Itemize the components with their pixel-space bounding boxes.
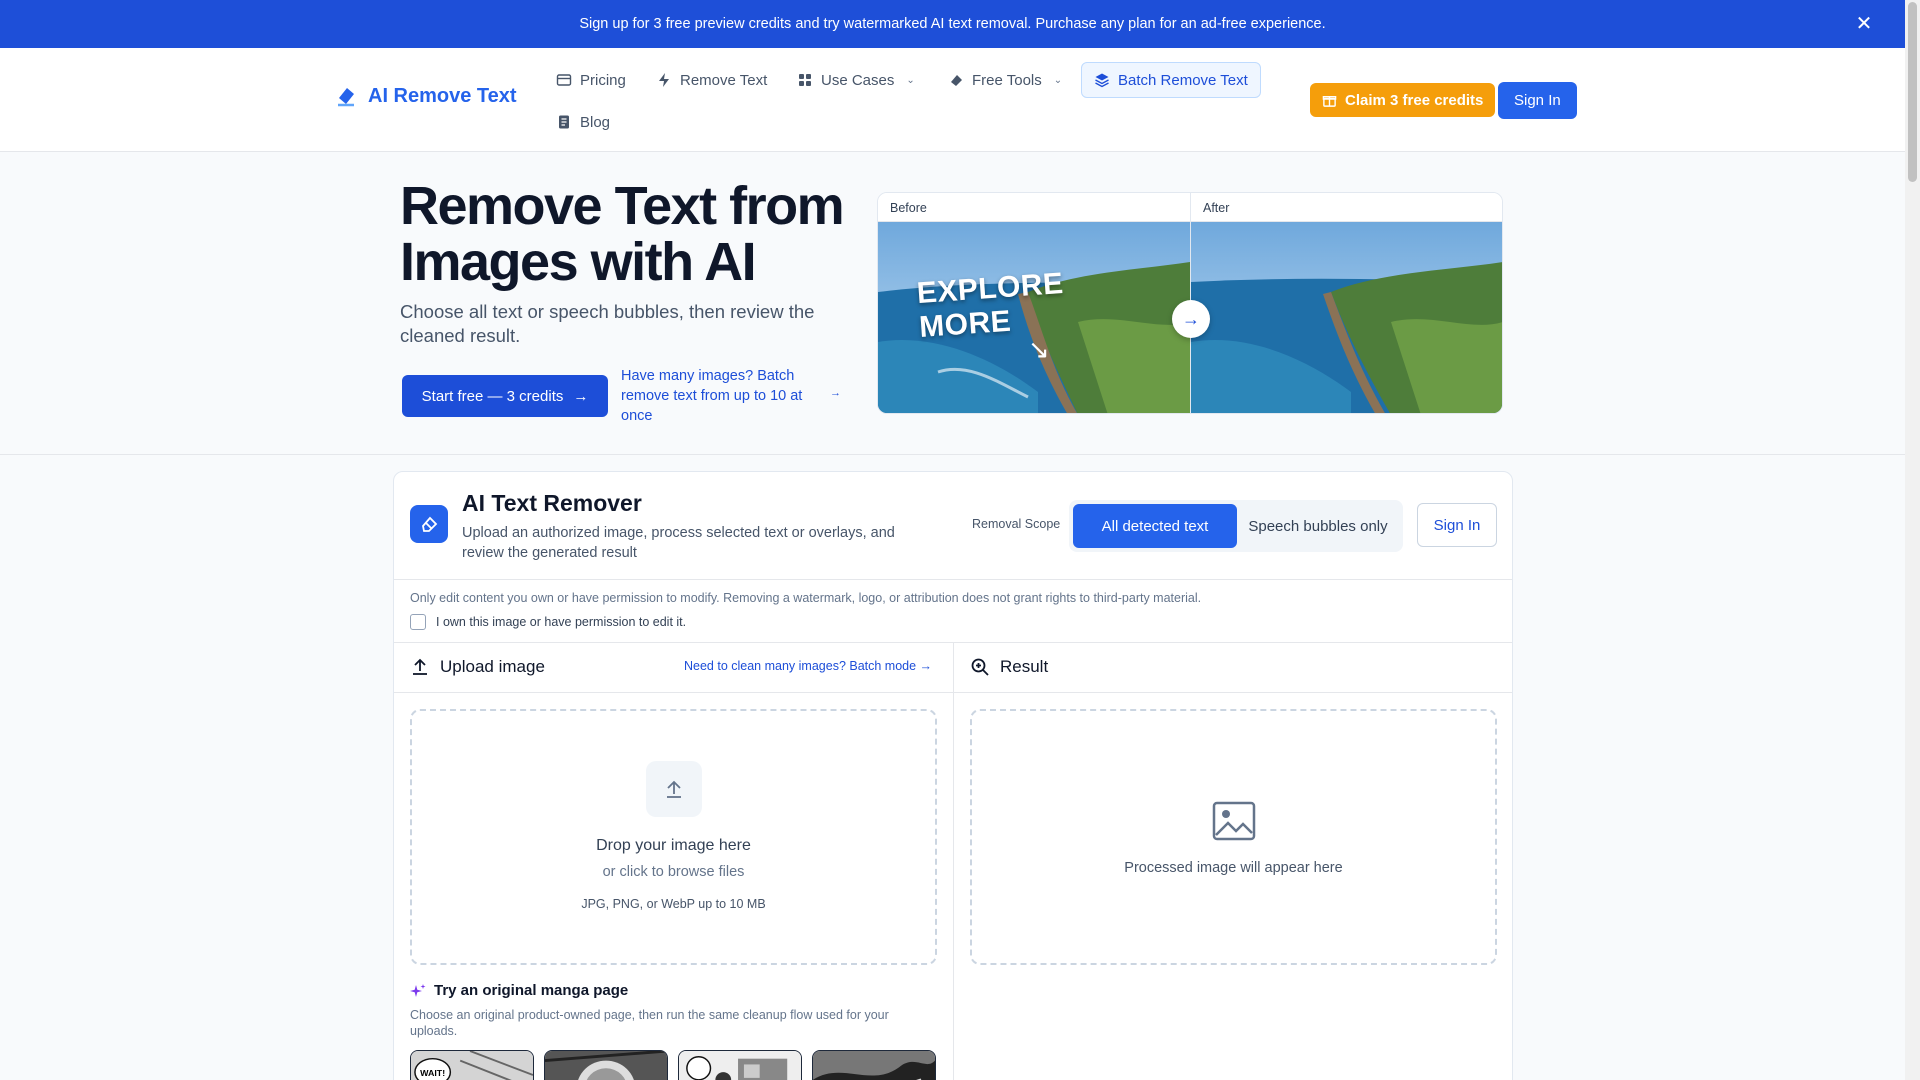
grid-icon — [799, 74, 811, 86]
nav-blog[interactable]: Blog — [548, 104, 618, 140]
zoom-icon — [971, 658, 989, 676]
samples-heading-label: Try an original manga page — [434, 982, 629, 999]
nav-pricing-label: Pricing — [580, 71, 626, 89]
upload-icon — [413, 658, 427, 675]
consent-label: I own this image or have permission to e… — [436, 615, 687, 629]
nav-pricing[interactable]: Pricing — [548, 62, 634, 98]
divider — [394, 579, 1512, 580]
result-placeholder: Processed image will appear here — [1124, 860, 1343, 876]
claim-credits-button[interactable]: Claim 3 free credits — [1310, 83, 1496, 117]
overlay-arrow-icon: ↘ — [1028, 334, 1050, 364]
claim-credits-label: Claim 3 free credits — [1345, 91, 1484, 109]
consent-row[interactable]: I own this image or have permission to e… — [410, 614, 686, 630]
drop-title: Drop your image here — [596, 837, 751, 854]
eraser-icon — [410, 505, 448, 543]
divider — [394, 692, 1512, 693]
samples-description: Choose an original product-owned page, t… — [410, 1008, 889, 1038]
eraser-icon — [951, 75, 962, 86]
tool-sign-in-button[interactable]: Sign In — [1417, 503, 1497, 547]
before-label: Before — [878, 193, 1190, 222]
document-icon — [559, 115, 569, 129]
scope-all-text-button[interactable]: All detected text — [1073, 504, 1237, 548]
samples-heading: Try an original manga page — [410, 982, 628, 999]
before-panel: Before EXPLORE MORE ↘ — [878, 193, 1190, 413]
card-icon — [556, 74, 572, 86]
tool-title: AI Text Remover — [462, 490, 642, 516]
promo-banner: Sign up for 3 free preview credits and t… — [0, 0, 1905, 48]
drop-formats: JPG, PNG, or WebP up to 10 MB — [581, 897, 766, 911]
hero-divider — [0, 454, 1905, 455]
after-label: After — [1191, 193, 1502, 222]
removal-scope-toggle: All detected text Speech bubbles only — [1069, 500, 1403, 552]
nav-remove-text[interactable]: Remove Text — [648, 62, 775, 98]
sparkles-icon — [410, 983, 426, 997]
result-preview: Processed image will appear here — [970, 709, 1497, 965]
image-dropzone[interactable]: Drop your image here or click to browse … — [410, 709, 937, 965]
column-divider — [953, 642, 954, 1080]
removal-scope-label: Removal Scope — [972, 517, 1061, 531]
header-sign-in-button[interactable]: Sign In — [1498, 82, 1577, 119]
image-placeholder-icon — [1212, 801, 1256, 841]
nav-use-cases[interactable]: Use Cases ⌄ — [789, 62, 923, 98]
eraser-logo-icon — [338, 88, 354, 107]
text-remover-card: AI Text Remover Upload an authorized ima… — [393, 471, 1513, 1080]
sample-thumb-text: WAIT! — [420, 1068, 445, 1078]
arrow-right-icon: → — [573, 387, 589, 405]
consent-checkbox[interactable] — [410, 614, 426, 630]
result-heading: Result — [970, 657, 1048, 677]
lightning-icon — [659, 73, 669, 87]
close-icon[interactable]: ✕ — [1853, 13, 1875, 35]
permission-notice: Only edit content you own or have permis… — [410, 591, 1202, 605]
site-header: AI Remove Text Pricing Remove Text Use C… — [0, 48, 1905, 152]
tool-description: Upload an authorized image, process sele… — [462, 525, 895, 561]
manga-sample-thumb[interactable] — [812, 1050, 936, 1080]
manga-sample-thumb[interactable] — [544, 1050, 668, 1080]
upload-arrow-icon — [646, 761, 702, 817]
upload-heading-label: Upload image — [440, 657, 545, 676]
upload-heading: Upload image — [410, 657, 545, 677]
chevron-down-icon: ⌄ — [1053, 74, 1063, 86]
layers-icon — [1095, 73, 1109, 88]
gift-icon — [1322, 95, 1337, 107]
result-heading-label: Result — [1000, 657, 1049, 676]
hero-subtitle: Choose all text or speech bubbles, then … — [400, 301, 815, 346]
banner-text: Sign up for 3 free preview credits and t… — [579, 16, 1326, 32]
logo-text: AI Remove Text — [368, 84, 517, 107]
manga-sample-thumb[interactable]: WAIT! — [410, 1050, 534, 1080]
nav-batch-remove-text[interactable]: Batch Remove Text — [1081, 62, 1261, 98]
nav-batch-label: Batch Remove Text — [1118, 71, 1248, 89]
hero-batch-link[interactable]: Have many images? Batch remove text from… — [621, 366, 821, 426]
after-panel: After — [1191, 193, 1502, 413]
batch-mode-link[interactable]: Need to clean many images? Batch mode → — [684, 659, 932, 673]
before-after-compare: Before EXPLORE MORE ↘ After → — [877, 192, 1503, 414]
page-scrollbar[interactable] — [1905, 0, 1920, 1080]
nav-blog-label: Blog — [580, 113, 611, 131]
drop-subtitle: or click to browse files — [602, 864, 745, 880]
nav-remove-text-label: Remove Text — [680, 71, 768, 89]
chevron-down-icon: ⌄ — [906, 74, 915, 86]
nav-use-cases-label: Use Cases — [821, 71, 895, 89]
after-image — [1191, 222, 1502, 413]
scrollbar-thumb[interactable] — [1908, 2, 1917, 182]
start-free-button[interactable]: Start free — 3 credits → — [402, 375, 608, 417]
nav-free-tools-label: Free Tools — [972, 71, 1042, 89]
nav-free-tools[interactable]: Free Tools ⌄ — [940, 62, 1070, 98]
start-free-label: Start free — 3 credits — [421, 387, 564, 405]
scope-speech-bubbles-button[interactable]: Speech bubbles only — [1237, 504, 1399, 548]
logo[interactable]: AI Remove Text — [334, 84, 517, 108]
hero-title: Remove Text from Images with AI — [400, 176, 845, 292]
before-image: EXPLORE MORE ↘ — [878, 222, 1190, 413]
manga-sample-thumb[interactable] — [678, 1050, 802, 1080]
compare-arrow-icon[interactable]: → — [1172, 300, 1210, 338]
arrow-right-small-icon: → — [830, 387, 841, 399]
